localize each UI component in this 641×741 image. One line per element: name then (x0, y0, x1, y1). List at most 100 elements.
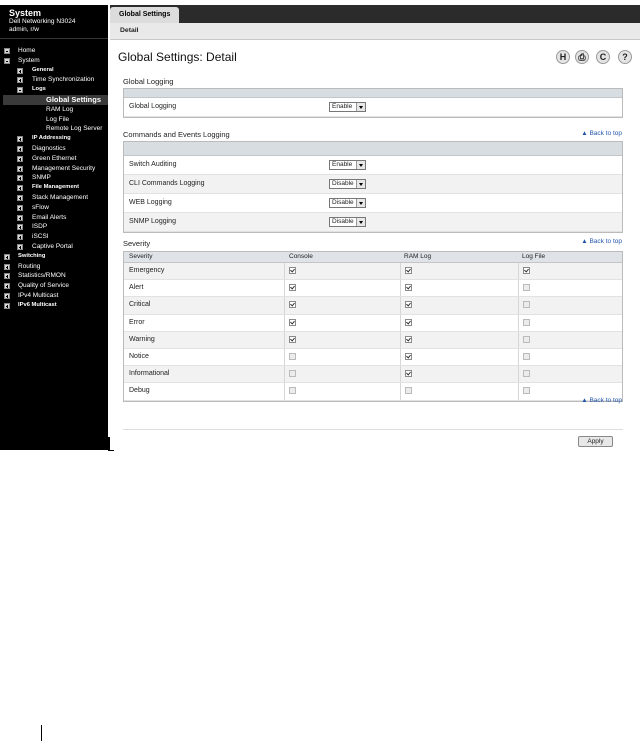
checkbox-console[interactable] (289, 284, 296, 292)
expand-icon[interactable] (17, 224, 23, 231)
sidebar-item-stack-management[interactable]: Stack Management (0, 193, 108, 203)
sidebar-item-routing[interactable]: Routing (0, 262, 108, 272)
column-divider (284, 280, 285, 297)
expand-icon[interactable] (17, 234, 23, 241)
sidebar-item-statistics-rmon[interactable]: Statistics/RMON (0, 271, 108, 281)
tab-global-settings[interactable]: Global Settings (110, 7, 180, 23)
checkbox-file[interactable] (523, 335, 530, 343)
collapse-icon[interactable] (4, 57, 10, 64)
expand-icon[interactable] (4, 302, 10, 309)
sidebar-item-email-alerts[interactable]: Email Alerts (0, 213, 108, 223)
checkbox-ram[interactable] (405, 370, 412, 378)
checkbox-ram[interactable] (405, 352, 412, 360)
expand-icon[interactable] (4, 273, 10, 280)
expand-icon[interactable] (4, 292, 10, 299)
print-icon[interactable]: ⎙ (575, 50, 589, 64)
checkbox-file[interactable] (523, 387, 530, 395)
checkbox-console[interactable] (289, 352, 296, 360)
commands-logging-select-3[interactable]: Disable (329, 217, 366, 227)
checkbox-file[interactable] (523, 352, 530, 360)
sidebar-item-sflow[interactable]: sFlow (0, 203, 108, 213)
sidebar-item-general[interactable]: General (0, 66, 108, 76)
sidebar-item-diagnostics[interactable]: Diagnostics (0, 144, 108, 154)
refresh-icon[interactable]: C (596, 50, 610, 64)
sidebar-item-green-ethernet[interactable]: Green Ethernet (0, 154, 108, 164)
sidebar-item-ram-log[interactable]: RAM Log (0, 105, 108, 115)
sidebar-item-logs[interactable]: Logs (0, 85, 108, 95)
checkbox-ram[interactable] (405, 318, 412, 326)
expand-icon[interactable] (17, 185, 23, 192)
checkbox-ram[interactable] (405, 335, 412, 343)
sidebar-item-file-management[interactable]: File Management (0, 183, 108, 193)
sidebar-item-label: iSCSI (32, 233, 49, 241)
expand-icon[interactable] (17, 155, 23, 162)
expand-icon[interactable] (17, 165, 23, 172)
sidebar-item-system[interactable]: System (0, 56, 108, 66)
expand-icon[interactable] (17, 136, 23, 143)
checkbox-ram[interactable] (405, 387, 412, 395)
checkbox-console[interactable] (289, 318, 296, 326)
chevron-down-icon[interactable] (356, 218, 365, 226)
expand-icon[interactable] (17, 67, 23, 74)
column-divider (518, 314, 519, 331)
commands-logging-select-0[interactable]: Enable (329, 160, 366, 170)
checkbox-console[interactable] (289, 370, 296, 378)
sidebar-item-home[interactable]: Home (0, 46, 108, 56)
chevron-down-icon[interactable] (356, 199, 365, 207)
back-to-top-link-bottom[interactable]: ▲ Back to top (581, 397, 622, 404)
help-icon[interactable]: ? (618, 50, 632, 64)
expand-icon[interactable] (17, 214, 23, 221)
expand-icon[interactable] (4, 283, 10, 290)
subtab-detail[interactable]: Detail (120, 27, 139, 34)
sidebar-item-ipv6-multicast[interactable]: IPv6 Multicast (0, 301, 108, 311)
checkbox-console[interactable] (289, 267, 296, 274)
sidebar-item-quality-of-service[interactable]: Quality of Service (0, 281, 108, 291)
checkbox-file[interactable] (523, 301, 530, 309)
sidebar-item-switching[interactable]: Switching (0, 252, 108, 262)
commands-logging-select-1[interactable]: Disable (329, 179, 366, 189)
checkbox-ram[interactable] (405, 267, 412, 274)
sidebar-item-log-file[interactable]: Log File (0, 115, 108, 125)
checkbox-console[interactable] (289, 335, 296, 343)
sidebar-item-label: Remote Log Server (46, 125, 103, 133)
expand-icon[interactable] (17, 194, 23, 201)
expand-icon[interactable] (4, 263, 10, 270)
sidebar-item-global-settings[interactable]: Global Settings (0, 94, 108, 105)
sidebar-item-snmp[interactable]: SNMP (0, 173, 108, 183)
expand-icon[interactable] (17, 145, 23, 152)
global-logging-select-0[interactable]: Enable (329, 102, 366, 112)
sidebar-item-iscsi[interactable]: iSCSI (0, 232, 108, 242)
expand-icon[interactable] (4, 253, 10, 260)
checkbox-file[interactable] (523, 284, 530, 292)
commands-logging-select-2[interactable]: Disable (329, 198, 366, 208)
sidebar-item-ip-addressing[interactable]: IP Addressing (0, 134, 108, 144)
sidebar-item-label: ISDP (32, 223, 48, 231)
sidebar-item-ipv4-multicast[interactable]: IPv4 Multicast (0, 291, 108, 301)
save-icon[interactable]: H (556, 50, 570, 64)
sidebar-item-management-security[interactable]: Management Security (0, 164, 108, 174)
checkbox-ram[interactable] (405, 301, 412, 309)
checkbox-file[interactable] (523, 318, 530, 326)
sidebar-item-isdp[interactable]: ISDP (0, 222, 108, 232)
sidebar-item-time-synchronization[interactable]: Time Synchronization (0, 75, 108, 85)
apply-button[interactable]: Apply (578, 436, 613, 447)
sidebar-item-captive-portal[interactable]: Captive Portal (0, 242, 108, 252)
expand-icon[interactable] (17, 77, 23, 84)
expand-icon[interactable] (17, 243, 23, 250)
expand-icon[interactable] (17, 204, 23, 211)
collapse-icon[interactable] (4, 48, 10, 54)
collapse-icon[interactable] (17, 87, 23, 94)
checkbox-file[interactable] (523, 370, 530, 378)
checkbox-file[interactable] (523, 267, 530, 274)
chevron-down-icon[interactable] (356, 180, 365, 188)
back-to-top-link[interactable]: ▲ Back to top (581, 130, 622, 137)
sidebar-item-remote-log-server[interactable]: Remote Log Server (0, 124, 108, 134)
setting-label: Switch Auditing (129, 161, 177, 168)
back-to-top-link[interactable]: ▲ Back to top (581, 238, 622, 245)
chevron-down-icon[interactable] (356, 161, 365, 169)
chevron-down-icon[interactable] (356, 103, 365, 111)
checkbox-console[interactable] (289, 387, 296, 395)
expand-icon[interactable] (17, 175, 23, 182)
checkbox-console[interactable] (289, 301, 296, 309)
checkbox-ram[interactable] (405, 284, 412, 292)
